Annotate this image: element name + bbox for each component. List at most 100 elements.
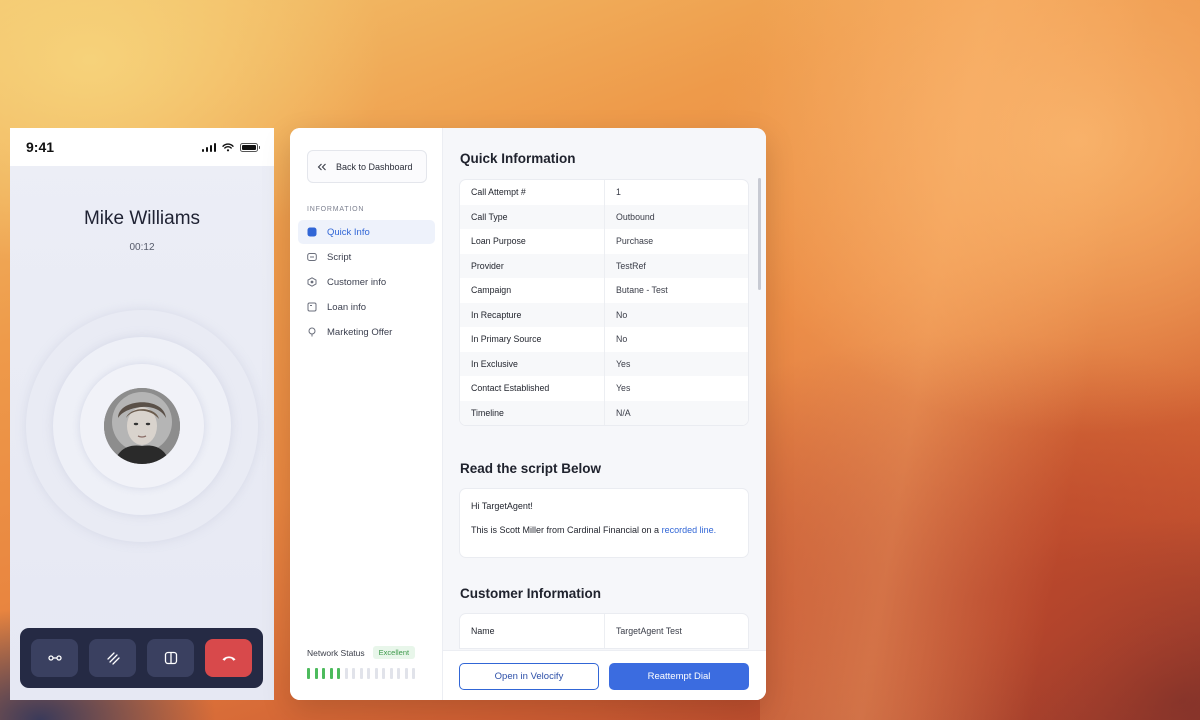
network-strength-bar (367, 668, 370, 679)
wallpaper-highlight (760, 0, 1200, 720)
battery-icon (240, 142, 260, 152)
open-in-velocify-button[interactable]: Open in Velocify (459, 663, 599, 690)
row-key: In Exclusive (460, 351, 605, 376)
sidebar-item-script[interactable]: Script (298, 245, 435, 269)
table-row: Contact Established Yes (460, 376, 748, 401)
sidebar: Back to Dashboard INFORMATION Quick Info… (290, 128, 443, 700)
row-key: Provider (460, 253, 605, 278)
script-greeting: Hi TargetAgent! (471, 501, 533, 511)
recorded-line-link[interactable]: recorded line. (662, 525, 717, 535)
call-controls-bar (20, 628, 263, 688)
row-value: 1 (616, 187, 621, 198)
loan-info-icon (307, 302, 317, 312)
table-row: Loan Purpose Purchase (460, 229, 748, 254)
script-line-text: This is Scott Miller from Cardinal Finan… (471, 525, 660, 535)
table-row: Call Attempt # 1 (460, 180, 748, 205)
caller-name: Mike Williams (83, 208, 201, 229)
script-line: This is Scott Miller from Cardinal Finan… (471, 524, 737, 536)
caller-avatar (104, 388, 180, 464)
script-title: Read the script Below (460, 461, 602, 476)
sidebar-item-label: Loan info (327, 301, 367, 313)
network-strength-bar (337, 668, 340, 679)
sidebar-item-marketing-offer[interactable]: Marketing Offer (298, 320, 435, 344)
hold-icon (164, 651, 177, 665)
row-value: TargetAgent Test (616, 626, 682, 636)
network-strength-bar (307, 668, 310, 679)
quick-info-table: Call Attempt # 1 Call Type Outbound Loan P… (459, 179, 749, 426)
table-row: In Primary Source No (460, 327, 748, 352)
table-row: Campaign Butane - Test (460, 278, 748, 303)
status-icons (201, 142, 260, 152)
end-call-button[interactable] (205, 639, 252, 677)
row-value: Outbound (616, 211, 655, 222)
sidebar-nav: Quick Info Script Customer info Loan inf… (298, 220, 435, 345)
sidebar-section-title: INFORMATION (307, 206, 365, 213)
double-chevron-left-icon (317, 163, 326, 170)
network-strength-bar (397, 668, 400, 679)
table-row: Call Type Outbound (460, 204, 748, 229)
mute-button[interactable] (31, 639, 78, 677)
customer-info-icon (307, 277, 317, 287)
row-value: Yes (616, 383, 631, 394)
row-key: Contact Established (460, 376, 605, 401)
back-to-dashboard-label: Back to Dashboard (336, 161, 413, 172)
table-row: Name TargetAgent Test (460, 614, 748, 648)
call-duration: 00:12 (129, 242, 155, 253)
network-strength-bar (374, 668, 378, 679)
customer-info-table: Name TargetAgent Test (459, 613, 749, 649)
table-row: Provider TestRef (460, 253, 748, 278)
reattempt-dial-button[interactable]: Reattempt Dial (609, 663, 749, 690)
network-strength-bar (322, 668, 325, 679)
script-icon (307, 252, 317, 262)
crm-panel: Back to Dashboard INFORMATION Quick Info… (290, 128, 766, 700)
network-strength-bar (329, 668, 333, 679)
sidebar-item-label: Customer info (327, 276, 387, 288)
row-value: No (616, 309, 628, 320)
end-call-icon (222, 656, 235, 661)
network-strength-meter (307, 668, 415, 679)
sidebar-item-quick-info[interactable]: Quick Info (298, 220, 435, 244)
network-strength-bar (404, 668, 408, 679)
sidebar-item-label: Quick Info (327, 226, 370, 238)
phone-call-screen: 9:41 Mike Williams 00:12 (10, 128, 274, 700)
table-row: In Recapture No (460, 302, 748, 327)
customer-info-title: Customer Information (460, 586, 602, 601)
hold-button[interactable] (147, 639, 194, 677)
network-strength-bar (389, 668, 393, 679)
row-key: Call Attempt # (460, 180, 605, 205)
action-footer: Open in Velocify Reattempt Dial (443, 650, 766, 700)
row-value: No (616, 334, 628, 345)
sidebar-item-customer-info[interactable]: Customer info (298, 270, 435, 294)
network-status-badge: Excellent (372, 646, 416, 659)
row-value: Butane - Test (616, 285, 668, 296)
status-time: 9:41 (26, 139, 55, 155)
back-to-dashboard-button[interactable]: Back to Dashboard (307, 150, 427, 183)
keypad-button[interactable] (89, 639, 136, 677)
network-strength-bar (314, 668, 318, 679)
network-strength-bar (382, 668, 385, 679)
row-key: In Recapture (460, 302, 605, 327)
row-key: Name (460, 614, 605, 648)
marketing-offer-icon (307, 327, 317, 337)
row-key: Timeline (460, 400, 605, 425)
row-value: N/A (616, 407, 631, 418)
phone-status-bar: 9:41 (10, 128, 274, 166)
network-strength-bar (412, 668, 415, 679)
network-status: Network Status Excellent (307, 646, 416, 659)
wifi-icon (222, 142, 234, 151)
script-box: Hi TargetAgent! This is Scott Miller fro… (459, 488, 749, 558)
content-scrollbar[interactable] (758, 178, 761, 290)
keypad-icon (106, 652, 120, 665)
mute-icon (47, 655, 62, 661)
table-row: Timeline N/A (460, 400, 748, 425)
row-key: Campaign (460, 278, 605, 303)
row-value: Yes (616, 358, 631, 369)
sidebar-item-loan-info[interactable]: Loan info (298, 295, 435, 319)
table-row: In Exclusive Yes (460, 351, 748, 376)
row-key: Loan Purpose (460, 229, 605, 254)
sidebar-item-label: Marketing Offer (327, 326, 393, 338)
cellular-signal-icon (201, 142, 216, 152)
row-key: In Primary Source (460, 327, 605, 352)
quick-info-icon (307, 227, 317, 237)
network-status-label: Network Status (307, 647, 365, 658)
